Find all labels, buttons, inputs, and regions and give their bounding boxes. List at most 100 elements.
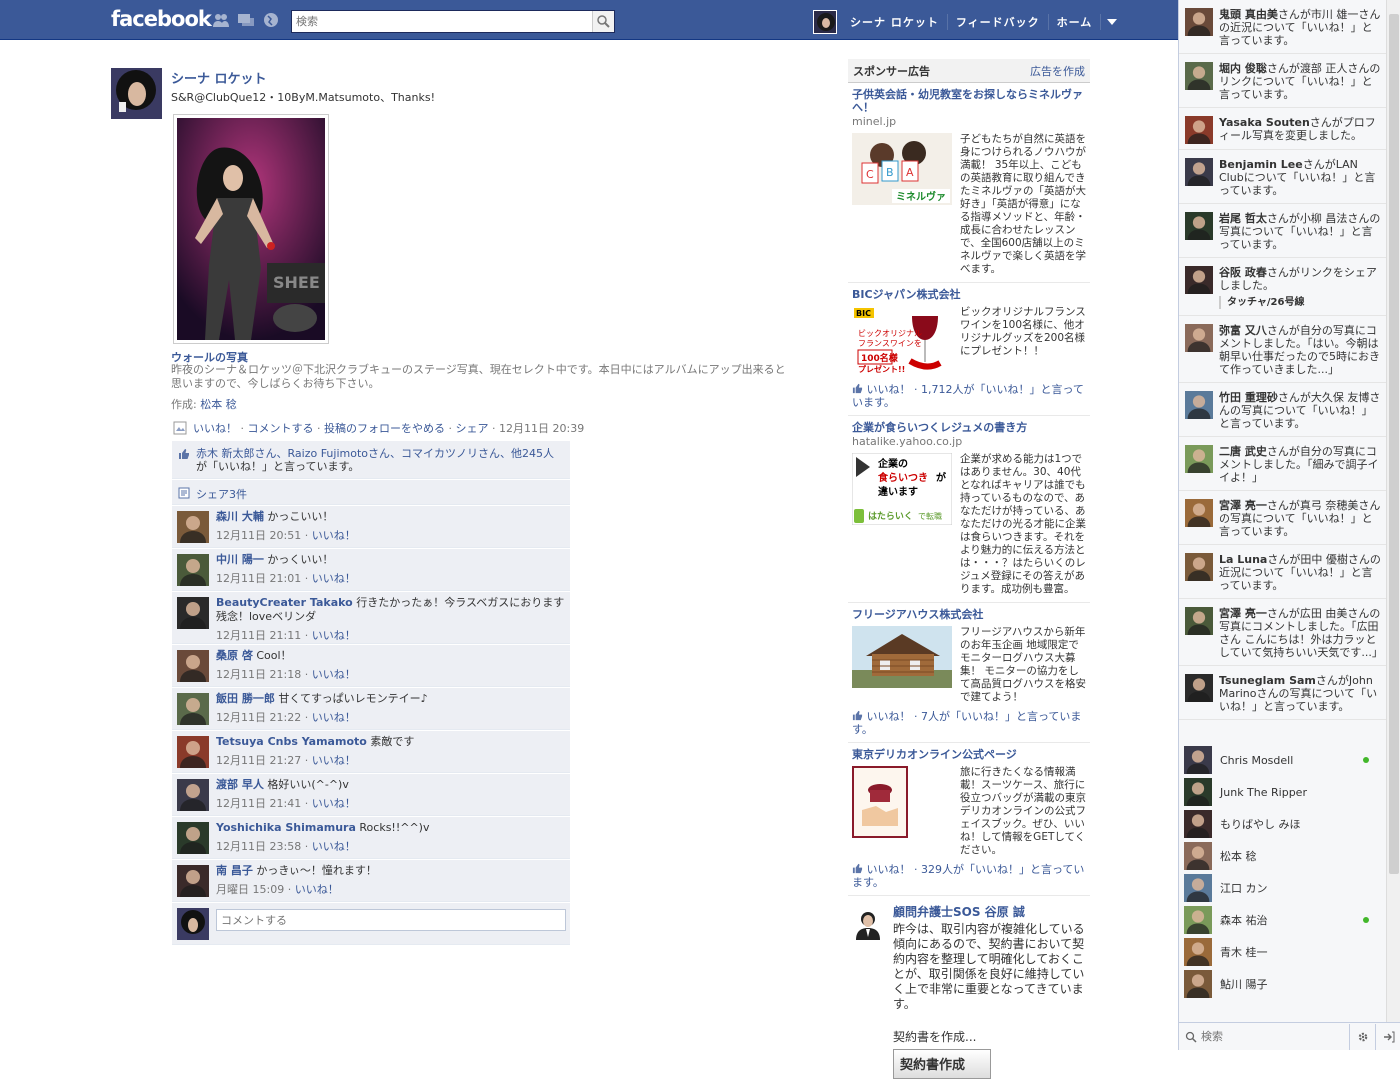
ticker-actor[interactable]: 宮澤 亮一 bbox=[1219, 499, 1267, 512]
commenter-avatar[interactable] bbox=[177, 554, 209, 586]
comment-time[interactable]: 12月11日 23:58 bbox=[216, 840, 301, 853]
ticker-avatar[interactable] bbox=[1185, 212, 1213, 240]
scrollbar-thumb[interactable] bbox=[1389, 14, 1399, 874]
ad-item[interactable]: 企業が食らいつくレジュメの書き方 hatalike.yahoo.co.jp 企業… bbox=[848, 416, 1090, 603]
ticker-story[interactable]: 鬼頭 真由美さんが市川 雄一さんの近況について「いいね！」と言っています。 bbox=[1179, 0, 1387, 54]
ticker-actor[interactable]: 二唐 武史 bbox=[1219, 445, 1267, 458]
ticker-avatar[interactable] bbox=[1185, 116, 1213, 144]
ticker-story[interactable]: Yasaka Soutenさんがプロフィール写真を変更しました。 bbox=[1179, 108, 1387, 150]
comment-input[interactable] bbox=[216, 909, 566, 931]
ad-avatar[interactable] bbox=[852, 908, 884, 940]
commenter-avatar[interactable] bbox=[177, 822, 209, 854]
ticker-story[interactable]: 二唐 武史さんが自分の写真にコメントしました。「細みで調子イイよ！」 bbox=[1179, 437, 1387, 491]
ad-title[interactable]: 東京デリカオンライン公式ページ bbox=[852, 748, 1086, 761]
author-avatar[interactable] bbox=[111, 68, 162, 119]
ad-like-text[interactable]: いいね！ · 7人が「いいね！」と言っています。 bbox=[852, 710, 1081, 736]
commenter-name[interactable]: 渡部 早人 bbox=[216, 778, 264, 791]
comment-like-link[interactable]: いいね！ bbox=[312, 668, 356, 681]
comment-time[interactable]: 12月11日 20:51 bbox=[216, 529, 301, 542]
chat-buddy[interactable]: 鮎川 陽子 bbox=[1179, 968, 1387, 1000]
profile-link[interactable]: シーナ ロケット bbox=[842, 14, 947, 30]
comment-like-link[interactable]: いいね！ bbox=[312, 711, 356, 724]
credit-name-link[interactable]: 松本 稔 bbox=[200, 398, 237, 411]
ticker-quote[interactable]: タッチャ/26号線 bbox=[1219, 296, 1381, 309]
ad-image[interactable] bbox=[852, 626, 952, 704]
author-name[interactable]: シーナ ロケット bbox=[171, 68, 267, 87]
commenter-avatar[interactable] bbox=[177, 650, 209, 682]
ticker-avatar[interactable] bbox=[1185, 8, 1213, 36]
ticker-story[interactable]: La Lunaさんが田中 優樹さんの近況について「いいね！」と言っています。 bbox=[1179, 545, 1387, 599]
ad-link[interactable]: 契約書を作成... bbox=[893, 1028, 1086, 1045]
commenter-avatar[interactable] bbox=[177, 736, 209, 768]
ad-image[interactable]: BIC ビックオリジナル フランスワインを 100名様 プレゼント!! bbox=[852, 306, 952, 377]
commenter-name[interactable]: 桑原 啓 bbox=[216, 649, 253, 662]
commenter-avatar[interactable] bbox=[177, 779, 209, 811]
commenter-name[interactable]: Yoshichika Shimamura bbox=[216, 821, 356, 834]
ad-item[interactable]: 子供英会話・幼児教室をお探しならミネルヴァへ！ minel.jp C B A ミネルヴ… bbox=[848, 83, 1090, 283]
account-menu-button[interactable] bbox=[1101, 11, 1123, 33]
comment-like-link[interactable]: いいね！ bbox=[312, 754, 356, 767]
ticker-avatar[interactable] bbox=[1185, 445, 1213, 473]
chat-options-button[interactable] bbox=[1349, 1023, 1375, 1050]
chat-buddy[interactable]: Chris Mosdell bbox=[1179, 744, 1387, 776]
messages-icon[interactable] bbox=[237, 12, 255, 28]
ad-like-text[interactable]: いいね！ · 1,712人が「いいね！」と言っています。 bbox=[852, 383, 1084, 409]
ad-item[interactable]: フリージアハウス株式会社 フリージアハウスから新年のお年玉企画 地域限定でモニタ… bbox=[848, 603, 1090, 743]
ticker-actor[interactable]: Tsuneglam Sam bbox=[1219, 674, 1316, 687]
ticker-story[interactable]: 岩尾 哲太さんが小柳 昌法さんの写真について「いいね！」と言っています。 bbox=[1179, 204, 1387, 258]
ticker-scrollbar[interactable] bbox=[1386, 0, 1400, 1022]
ad-item[interactable]: BICジャパン株式会社 BIC ビックオリジナル フランスワインを 100名様 プレゼン… bbox=[848, 283, 1090, 416]
commenter-avatar[interactable] bbox=[177, 511, 209, 543]
search-button[interactable] bbox=[592, 11, 614, 32]
post-photo[interactable]: SHEE bbox=[173, 114, 329, 344]
ticker-avatar[interactable] bbox=[1185, 266, 1213, 294]
chat-buddy[interactable]: 江口 カン bbox=[1179, 872, 1387, 904]
unfollow-post-link[interactable]: 投稿のフォローをやめる bbox=[324, 420, 445, 436]
ticker-avatar[interactable] bbox=[1185, 158, 1213, 186]
ticker-avatar[interactable] bbox=[1185, 324, 1213, 352]
chat-popout-button[interactable] bbox=[1375, 1023, 1400, 1050]
commenter-name[interactable]: 森川 大輔 bbox=[216, 510, 264, 523]
ad-title[interactable]: 顧問弁護士SOS 谷原 誠 bbox=[893, 906, 1086, 919]
ticker-story[interactable]: 谷阪 政春さんがリンクをシェアしました。 タッチャ/26号線 bbox=[1179, 258, 1387, 316]
ticker-story[interactable]: 堀内 俊聡さんが渡部 正人さんのリンクについて「いいね！」と言っています。 bbox=[1179, 54, 1387, 108]
comment-time[interactable]: 12月11日 21:18 bbox=[216, 668, 301, 681]
ticker-story[interactable]: Tsuneglam SamさんがJohn Marinoさんの写真について「いいね… bbox=[1179, 666, 1387, 720]
comment-time[interactable]: 月曜日 15:09 bbox=[216, 883, 284, 896]
commenter-name[interactable]: BeautyCreater Takako bbox=[216, 596, 353, 609]
comment-link[interactable]: コメントする bbox=[248, 420, 314, 436]
ad-title[interactable]: 企業が食らいつくレジュメの書き方 bbox=[852, 421, 1086, 434]
commenter-name[interactable]: 中川 陽一 bbox=[216, 553, 264, 566]
ticker-avatar[interactable] bbox=[1185, 607, 1213, 635]
ad-image[interactable]: C B A ミネルヴァ bbox=[852, 133, 952, 276]
ticker-avatar[interactable] bbox=[1185, 499, 1213, 527]
commenter-avatar[interactable] bbox=[177, 865, 209, 897]
comment-time[interactable]: 12月11日 21:27 bbox=[216, 754, 301, 767]
comment-like-link[interactable]: いいね！ bbox=[312, 572, 356, 585]
commenter-name[interactable]: 飯田 勝一郎 bbox=[216, 692, 275, 705]
commenter-name[interactable]: 南 昌子 bbox=[216, 864, 253, 877]
post-timestamp[interactable]: 12月11日 20:39 bbox=[499, 420, 584, 436]
comment-like-link[interactable]: いいね！ bbox=[295, 883, 339, 896]
ad-banner[interactable]: 契約書作成 bbox=[893, 1049, 991, 1079]
comment-time[interactable]: 12月11日 21:01 bbox=[216, 572, 301, 585]
ticker-actor[interactable]: Benjamin Lee bbox=[1219, 158, 1303, 171]
ad-item-lawyer[interactable]: 顧問弁護士SOS 谷原 誠 昨今は、取引内容が複雑化している傾向にあるので、契約… bbox=[848, 896, 1090, 1085]
ticker-actor[interactable]: 堀内 俊聡 bbox=[1219, 62, 1267, 75]
shares-count-link[interactable]: シェア3件 bbox=[196, 488, 247, 501]
ticker-actor[interactable]: 竹田 重理砂 bbox=[1219, 391, 1278, 404]
chat-search-input[interactable] bbox=[1201, 1030, 1331, 1043]
ad-item[interactable]: 東京デリカオンライン公式ページ 旅に行きたくなる情報満載！スーツケース、旅行に役… bbox=[848, 743, 1090, 896]
chat-buddy[interactable]: もりばやし みほ bbox=[1179, 808, 1387, 840]
ticker-actor[interactable]: 鬼頭 真由美 bbox=[1219, 8, 1278, 21]
ad-image[interactable]: 企業の 食らいつきが違います はたらいく で転職 bbox=[852, 453, 952, 596]
search-input[interactable] bbox=[296, 15, 586, 28]
facebook-logo[interactable]: facebook bbox=[111, 7, 212, 31]
chat-buddy[interactable]: 青木 桂一 bbox=[1179, 936, 1387, 968]
ad-title[interactable]: BICジャパン株式会社 bbox=[852, 288, 1086, 301]
ticker-actor[interactable]: 岩尾 哲太 bbox=[1219, 212, 1267, 225]
comment-like-link[interactable]: いいね！ bbox=[312, 840, 356, 853]
friend-requests-icon[interactable] bbox=[212, 12, 230, 28]
ad-like-text[interactable]: いいね！ · 329人が「いいね！」と言っています。 bbox=[852, 863, 1084, 889]
comment-time[interactable]: 12月11日 21:41 bbox=[216, 797, 301, 810]
